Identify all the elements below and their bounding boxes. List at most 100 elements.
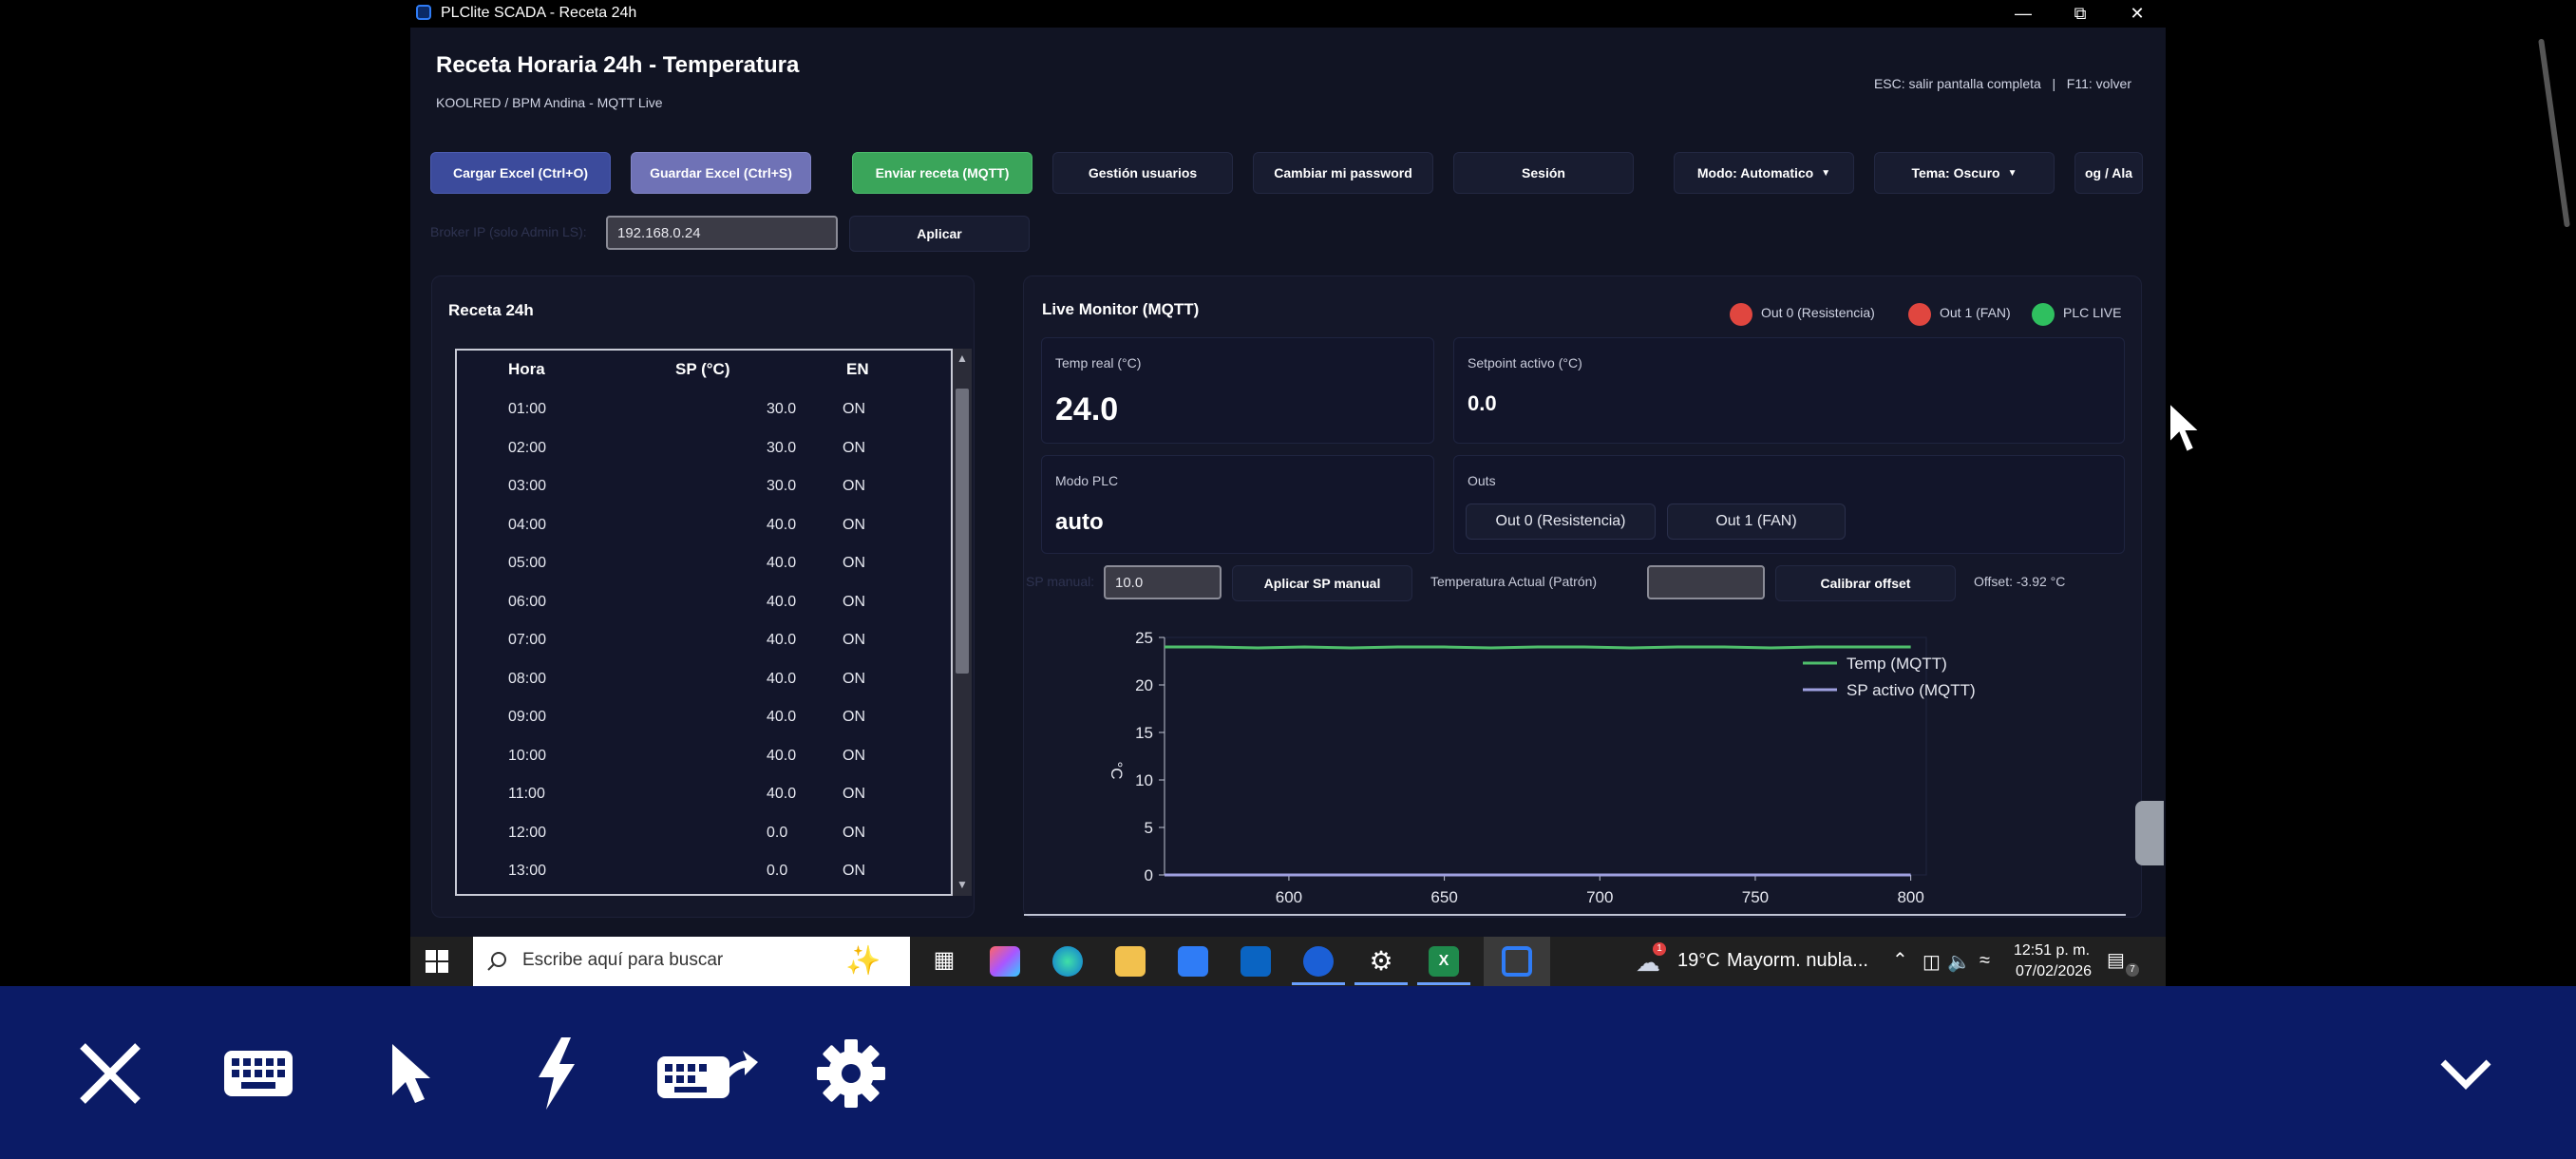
excel-icon[interactable]: X — [1429, 946, 1459, 977]
clock-time[interactable]: 12:51 p. m. — [2014, 942, 2090, 960]
cell-hora[interactable]: 06:00 — [508, 594, 546, 611]
col-header-sp[interactable]: SP (°C) — [675, 360, 730, 379]
temp-actual-input[interactable] — [1647, 565, 1765, 599]
cell-en[interactable]: ON — [843, 401, 865, 418]
cell-en[interactable]: ON — [843, 786, 865, 803]
cell-sp[interactable]: 40.0 — [767, 594, 796, 611]
cell-hora[interactable]: 08:00 — [508, 671, 546, 688]
table-row[interactable]: 03:00 30.0 ON — [457, 468, 951, 506]
cell-en[interactable]: ON — [843, 440, 865, 457]
edge-icon[interactable] — [1052, 946, 1083, 977]
out1-button[interactable]: Out 1 (FAN) — [1667, 504, 1846, 540]
cell-en[interactable]: ON — [843, 517, 865, 534]
cell-en[interactable]: ON — [843, 709, 865, 726]
col-header-hora[interactable]: Hora — [508, 360, 545, 379]
plclite-app-icon[interactable] — [1502, 946, 1532, 977]
cell-en[interactable]: ON — [843, 555, 865, 572]
close-window-button[interactable]: ✕ — [2109, 0, 2166, 28]
cell-sp[interactable]: 40.0 — [767, 632, 796, 649]
cell-sp[interactable]: 30.0 — [767, 401, 796, 418]
cell-en[interactable]: ON — [843, 671, 865, 688]
cell-en[interactable]: ON — [843, 863, 865, 880]
weather-text[interactable]: Mayorm. nubla... — [1727, 950, 1868, 972]
cell-hora[interactable]: 02:00 — [508, 440, 546, 457]
out0-button[interactable]: Out 0 (Resistencia) — [1466, 504, 1656, 540]
store-icon[interactable] — [1178, 946, 1208, 977]
minimize-button[interactable]: — — [1995, 0, 2052, 28]
network-icon[interactable]: ◫ — [1923, 950, 1941, 974]
table-row[interactable]: 11:00 40.0 ON — [457, 776, 951, 814]
cell-hora[interactable]: 12:00 — [508, 825, 546, 842]
sp-manual-input[interactable]: 10.0 — [1104, 565, 1222, 599]
table-row[interactable]: 02:00 30.0 ON — [457, 430, 951, 468]
cell-sp[interactable]: 40.0 — [767, 786, 796, 803]
users-button[interactable]: Gestión usuarios — [1052, 152, 1233, 194]
table-row[interactable]: 06:00 40.0 ON — [457, 584, 951, 622]
broker-ip-input[interactable]: 192.168.0.24 — [606, 216, 838, 250]
recipe-table[interactable]: Hora SP (°C) EN 01:00 30.0 ON 02:00 30.0 ON 03… — [455, 349, 953, 896]
cell-hora[interactable]: 03:00 — [508, 478, 546, 495]
recipe-scrollbar[interactable]: ▲ ▼ — [953, 349, 972, 896]
cell-hora[interactable]: 10:00 — [508, 748, 546, 765]
cell-sp[interactable]: 40.0 — [767, 748, 796, 765]
log-button[interactable]: og / Ala — [2074, 152, 2143, 194]
table-row[interactable]: 07:00 40.0 ON — [457, 622, 951, 660]
cell-sp[interactable]: 30.0 — [767, 440, 796, 457]
cell-hora[interactable]: 01:00 — [508, 401, 546, 418]
cell-hora[interactable]: 04:00 — [508, 517, 546, 534]
cell-en[interactable]: ON — [843, 748, 865, 765]
cell-en[interactable]: ON — [843, 825, 865, 842]
task-view-icon[interactable]: ▦ — [929, 946, 959, 977]
table-row[interactable]: 13:00 0.0 ON — [457, 853, 951, 891]
table-row[interactable]: 12:00 0.0 ON — [457, 815, 951, 853]
table-row[interactable]: 01:00 30.0 ON — [457, 391, 951, 429]
scroll-up-icon[interactable]: ▲ — [956, 351, 969, 366]
mode-dropdown[interactable]: Modo: Automatico ▼ — [1674, 152, 1854, 194]
cell-hora[interactable]: 05:00 — [508, 555, 546, 572]
keyboard-icon[interactable] — [220, 1036, 296, 1112]
windows-start-icon[interactable] — [424, 948, 450, 975]
side-panel-tab-icon[interactable] — [2135, 801, 2164, 865]
apply-sp-button[interactable]: Aplicar SP manual — [1232, 565, 1412, 601]
cell-hora[interactable]: 07:00 — [508, 632, 546, 649]
cell-sp[interactable]: 40.0 — [767, 517, 796, 534]
save-excel-button[interactable]: Guardar Excel (Ctrl+S) — [631, 152, 811, 194]
close-icon[interactable] — [72, 1036, 148, 1112]
clock-date[interactable]: 07/02/2026 — [2016, 963, 2092, 980]
session-button[interactable]: Sesión — [1453, 152, 1634, 194]
settings-gear-icon[interactable]: ⚙ — [1366, 946, 1396, 977]
settings-icon[interactable] — [813, 1036, 889, 1112]
cell-hora[interactable]: 13:00 — [508, 863, 546, 880]
scroll-thumb[interactable] — [956, 389, 969, 674]
scroll-down-icon[interactable]: ▼ — [956, 877, 969, 892]
chevron-up-icon[interactable]: ⌃ — [1892, 948, 1908, 972]
send-recipe-button[interactable]: Enviar receta (MQTT) — [852, 152, 1032, 194]
cell-sp[interactable]: 40.0 — [767, 555, 796, 572]
cell-sp[interactable]: 0.0 — [767, 825, 787, 842]
weather-temp[interactable]: 19°C — [1677, 950, 1720, 972]
theme-dropdown[interactable]: Tema: Oscuro ▼ — [1874, 152, 2055, 194]
keyboard-shortcut-icon[interactable] — [655, 1036, 760, 1112]
table-row[interactable]: 04:00 40.0 ON — [457, 507, 951, 545]
file-explorer-icon[interactable] — [1115, 946, 1146, 977]
restore-button[interactable]: ⧉ — [2052, 0, 2109, 28]
table-row[interactable]: 09:00 40.0 ON — [457, 699, 951, 737]
cell-en[interactable]: ON — [843, 478, 865, 495]
pointer-icon[interactable] — [372, 1036, 448, 1112]
collapse-chevron-down-icon[interactable] — [2428, 1036, 2504, 1112]
wifi-icon[interactable]: ≈ — [1979, 950, 1990, 972]
cell-sp[interactable]: 40.0 — [767, 709, 796, 726]
lightning-icon[interactable] — [519, 1036, 595, 1112]
cell-en[interactable]: ON — [843, 594, 865, 611]
table-row[interactable]: 05:00 40.0 ON — [457, 545, 951, 583]
cell-sp[interactable]: 0.0 — [767, 863, 787, 880]
cell-hora[interactable]: 09:00 — [508, 709, 546, 726]
table-row[interactable]: 10:00 40.0 ON — [457, 738, 951, 776]
outlook-icon[interactable] — [1241, 946, 1271, 977]
speaker-icon[interactable]: 🔈 — [1947, 950, 1971, 974]
load-excel-button[interactable]: Cargar Excel (Ctrl+O) — [430, 152, 611, 194]
taskbar-search[interactable]: Escribe aquí para buscar ✨ — [473, 937, 910, 986]
apply-broker-button[interactable]: Aplicar — [849, 216, 1030, 252]
col-header-en[interactable]: EN — [846, 360, 869, 379]
table-row[interactable]: 08:00 40.0 ON — [457, 661, 951, 699]
